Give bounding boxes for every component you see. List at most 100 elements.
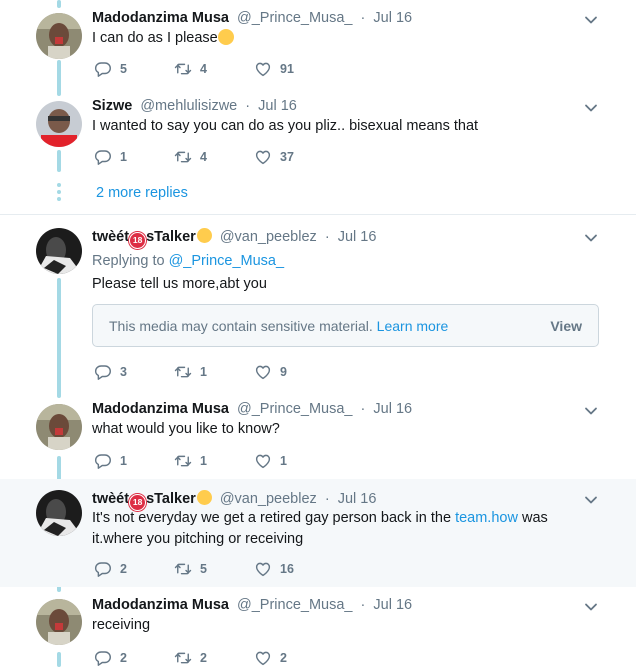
- display-name[interactable]: twèét 18 sTalker: [92, 490, 212, 511]
- chevron-down-icon[interactable]: [583, 403, 599, 419]
- like-button[interactable]: 1: [254, 452, 287, 470]
- retweet-count: 1: [200, 454, 207, 468]
- tweet-text: It's not everyday we get a retired gay p…: [92, 510, 548, 547]
- user-handle[interactable]: @mehlulisizwe: [140, 98, 237, 114]
- tweet-text: I can do as I please: [92, 28, 234, 49]
- reply-button[interactable]: 1: [94, 452, 127, 470]
- tweet-date[interactable]: Jul 16: [373, 10, 412, 26]
- retweet-icon: [174, 148, 192, 166]
- reply-count: 3: [120, 365, 127, 379]
- display-name[interactable]: Madodanzima Musa: [92, 401, 229, 417]
- separator-dot: ·: [324, 491, 330, 507]
- retweet-count: 4: [200, 62, 207, 76]
- like-count: 9: [280, 365, 287, 379]
- reply-button[interactable]: 3: [94, 363, 127, 381]
- tweet[interactable]: Madodanzima Musa @_Prince_Musa_ · Jul 16…: [0, 0, 636, 98]
- team-link[interactable]: team.how: [455, 510, 518, 526]
- chevron-down-icon[interactable]: [583, 230, 599, 246]
- user-handle[interactable]: @_Prince_Musa_: [237, 597, 352, 613]
- retweet-icon: [174, 363, 192, 381]
- heart-icon: [254, 148, 272, 166]
- retweet-icon: [174, 649, 192, 667]
- like-button[interactable]: 91: [254, 60, 294, 78]
- sensitive-message: This media may contain sensitive materia…: [109, 318, 449, 334]
- reply-icon: [94, 363, 112, 381]
- tweet-date[interactable]: Jul 16: [258, 98, 297, 114]
- retweet-button[interactable]: 4: [174, 60, 207, 78]
- view-button[interactable]: View: [550, 318, 582, 334]
- retweet-button[interactable]: 4: [174, 148, 207, 166]
- sensitive-media-notice: This media may contain sensitive materia…: [92, 304, 599, 347]
- more-replies-dots: [57, 183, 61, 204]
- reply-count: 1: [120, 150, 127, 164]
- retweet-icon: [174, 452, 192, 470]
- tweet-highlighted[interactable]: twèét 18 sTalker @van_peeblez · Jul 16 It'…: [0, 479, 636, 587]
- tweet-text: what would you like to know?: [92, 421, 280, 437]
- avatar[interactable]: [36, 228, 82, 274]
- like-button[interactable]: 9: [254, 363, 287, 381]
- user-handle[interactable]: @van_peeblez: [220, 229, 317, 245]
- avatar[interactable]: [36, 599, 82, 645]
- reply-icon: [94, 452, 112, 470]
- tweet[interactable]: Madodanzima Musa @_Prince_Musa_ · Jul 16…: [0, 587, 636, 667]
- tweet-text: Please tell us more,abt you: [92, 276, 267, 292]
- display-name[interactable]: Sizwe: [92, 98, 132, 114]
- tweet-text: I wanted to say you can do as you pliz..…: [92, 118, 479, 134]
- eighteen-emoji-icon: 18: [129, 232, 147, 249]
- retweet-button[interactable]: 5: [174, 560, 207, 578]
- tweet-header: Sizwe @mehlulisizwe · Jul 16: [92, 98, 297, 114]
- reply-button[interactable]: 2: [94, 560, 127, 578]
- laughing-emoji-icon: [217, 29, 234, 45]
- tweet-date[interactable]: Jul 16: [338, 229, 377, 245]
- user-handle[interactable]: @_Prince_Musa_: [237, 10, 352, 26]
- learn-more-link[interactable]: Learn more: [377, 318, 449, 334]
- reply-button[interactable]: 1: [94, 148, 127, 166]
- retweet-button[interactable]: 1: [174, 363, 207, 381]
- reply-button[interactable]: 5: [94, 60, 127, 78]
- display-name[interactable]: Madodanzima Musa: [92, 597, 229, 613]
- retweet-count: 5: [200, 562, 207, 576]
- tweet[interactable]: Madodanzima Musa @_Prince_Musa_ · Jul 16…: [0, 393, 636, 479]
- chevron-down-icon[interactable]: [583, 12, 599, 28]
- separator-dot: ·: [360, 10, 366, 26]
- avatar[interactable]: [36, 101, 82, 147]
- reply-icon: [94, 560, 112, 578]
- tweet-date[interactable]: Jul 16: [338, 491, 377, 507]
- user-handle[interactable]: @van_peeblez: [220, 491, 317, 507]
- like-count: 91: [280, 62, 294, 76]
- chevron-down-icon[interactable]: [583, 599, 599, 615]
- thinking-emoji-icon: [196, 228, 212, 243]
- reply-count: 1: [120, 454, 127, 468]
- reply-count: 2: [120, 651, 127, 665]
- tweet-date[interactable]: Jul 16: [373, 597, 412, 613]
- display-name[interactable]: twèét 18 sTalker: [92, 228, 212, 249]
- tweet-text: receiving: [92, 617, 151, 633]
- tweet-header: Madodanzima Musa @_Prince_Musa_ · Jul 16: [92, 10, 412, 26]
- chevron-down-icon[interactable]: [583, 492, 599, 508]
- tweet[interactable]: twèét 18 sTalker @van_peeblez · Jul 16 Rep…: [0, 215, 636, 393]
- heart-icon: [254, 452, 272, 470]
- tweet-date[interactable]: Jul 16: [373, 401, 412, 417]
- like-count: 16: [280, 562, 294, 576]
- separator-dot: ·: [245, 98, 251, 114]
- reply-icon: [94, 148, 112, 166]
- like-button[interactable]: 16: [254, 560, 294, 578]
- more-replies-link[interactable]: 2 more replies: [96, 185, 188, 201]
- replying-to-handle[interactable]: @_Prince_Musa_: [169, 253, 284, 269]
- like-count: 37: [280, 150, 294, 164]
- avatar[interactable]: [36, 404, 82, 450]
- like-button[interactable]: 2: [254, 649, 287, 667]
- reply-button[interactable]: 2: [94, 649, 127, 667]
- avatar[interactable]: [36, 490, 82, 536]
- separator-dot: ·: [360, 401, 366, 417]
- retweet-button[interactable]: 2: [174, 649, 207, 667]
- avatar[interactable]: [36, 13, 82, 59]
- chevron-down-icon[interactable]: [583, 100, 599, 116]
- tweet-header: Madodanzima Musa @_Prince_Musa_ · Jul 16: [92, 597, 412, 613]
- user-handle[interactable]: @_Prince_Musa_: [237, 401, 352, 417]
- display-name[interactable]: Madodanzima Musa: [92, 10, 229, 26]
- retweet-icon: [174, 60, 192, 78]
- like-button[interactable]: 37: [254, 148, 294, 166]
- retweet-button[interactable]: 1: [174, 452, 207, 470]
- tweet[interactable]: Sizwe @mehlulisizwe · Jul 16 I wanted to…: [0, 98, 636, 178]
